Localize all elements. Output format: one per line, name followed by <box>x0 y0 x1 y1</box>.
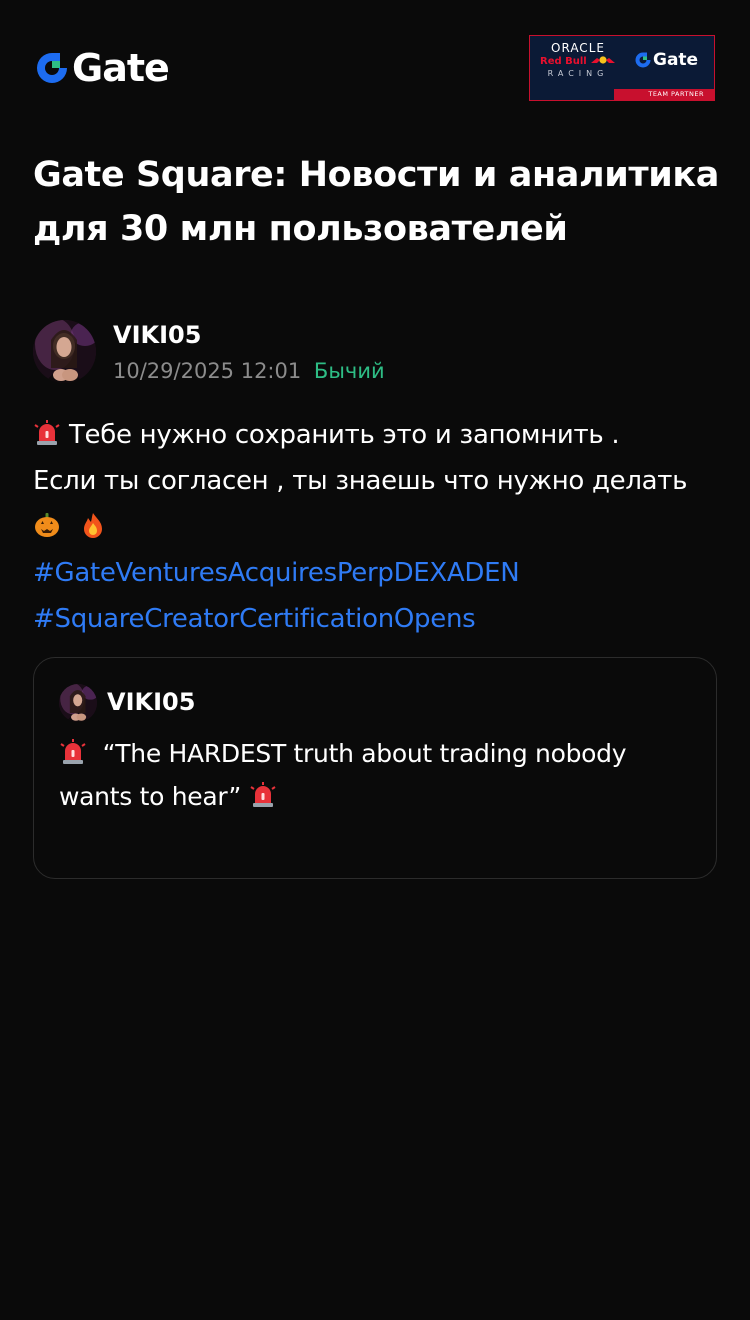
hashtag-link[interactable]: #SquareCreatorCertificationOpens <box>33 596 723 642</box>
post-meta: 10/29/2025 12:01 Бычий <box>113 357 385 385</box>
app-header: Gate ORACLE Red Bull RACING Gate TEAM PA… <box>0 0 750 136</box>
user-avatar[interactable] <box>33 320 96 383</box>
quoted-author-name: VIKI05 <box>107 688 196 716</box>
page-title: Gate Square: Новости и аналитика для 30 … <box>33 155 719 249</box>
quoted-user-avatar <box>59 684 97 722</box>
fire-emoji-icon <box>79 508 107 538</box>
sentiment-badge: Бычий <box>313 359 385 383</box>
racing-wordmark: RACING <box>547 69 609 78</box>
team-partner-badge[interactable]: ORACLE Red Bull RACING Gate TEAM PARTNER <box>529 35 715 101</box>
quoted-post-card[interactable]: VIKI05 “The HARDEST truth about trading … <box>33 657 717 879</box>
post-content: Тебе нужно сохранить это и запомнить . Е… <box>33 412 723 642</box>
gate-logo-icon <box>34 50 70 86</box>
siren-emoji-icon <box>59 736 87 764</box>
siren-emoji-icon <box>33 416 61 445</box>
siren-emoji-icon <box>249 779 277 807</box>
author-name[interactable]: VIKI05 <box>113 320 201 350</box>
oracle-redbull-racing-logo: ORACLE Red Bull RACING <box>538 42 618 86</box>
bulls-icon <box>591 56 616 64</box>
pumpkin-emoji-icon <box>33 508 61 537</box>
partner-gate-logo: Gate <box>634 50 698 70</box>
gate-logo-text: Gate <box>72 46 170 90</box>
team-partner-label: TEAM PARTNER <box>648 90 704 98</box>
redbull-wordmark: Red Bull <box>538 55 618 68</box>
post-line-1: Тебе нужно сохранить это и запомнить . <box>33 412 723 458</box>
post-line-emojis <box>33 504 723 550</box>
gate-logo-small-icon <box>635 52 651 68</box>
partner-gate-text: Gate <box>653 50 699 70</box>
post-author: VIKI05 10/29/2025 12:01 Бычий <box>33 320 713 386</box>
gate-logo[interactable]: Gate <box>34 46 170 90</box>
post-line-2: Если ты согласен , ты знаешь что нужно д… <box>33 466 688 496</box>
quoted-post-text: “The HARDEST truth about trading nobody … <box>59 732 689 818</box>
oracle-wordmark: ORACLE <box>551 41 605 55</box>
post-timestamp: 10/29/2025 12:01 <box>113 359 302 383</box>
hashtag-link[interactable]: #GateVenturesAcquiresPerpDEXADEN <box>33 550 723 596</box>
